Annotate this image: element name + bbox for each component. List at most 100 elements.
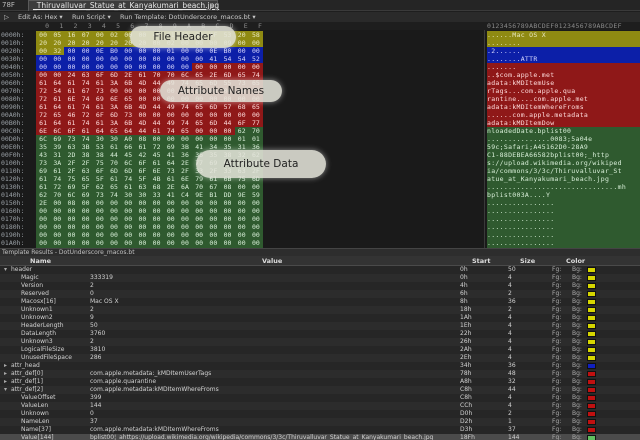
- hex-byte[interactable]: 00: [50, 71, 65, 79]
- hex-byte[interactable]: 6E: [36, 127, 51, 135]
- hex-byte[interactable]: 68: [234, 103, 249, 111]
- hex-byte[interactable]: 00: [64, 215, 79, 223]
- hex-byte[interactable]: 00: [206, 231, 221, 239]
- hex-byte[interactable]: 01: [234, 135, 249, 143]
- hex-byte[interactable]: 72: [78, 111, 93, 119]
- ascii-text[interactable]: .......: [487, 63, 640, 71]
- hex-byte[interactable]: 61: [92, 119, 107, 127]
- hex-byte[interactable]: 70: [149, 71, 164, 79]
- hex-byte[interactable]: 6B: [121, 103, 136, 111]
- ascii-text[interactable]: adata:kMDItemUse: [487, 79, 640, 87]
- ascii-text[interactable]: s://upload.wikimedia.org/wikiped: [487, 159, 640, 167]
- hex-byte[interactable]: 65: [192, 119, 207, 127]
- hex-byte[interactable]: 2E: [36, 199, 51, 207]
- color-swatch[interactable]: [587, 307, 596, 313]
- hex-byte[interactable]: 72: [36, 95, 51, 103]
- hex-row[interactable]: 00E0h: 35 39 63 3B 53 61 66 61 72 69 3B 41 34 35 31 36 59…: [0, 143, 640, 151]
- hex-bytes[interactable]: 00000000000000000000000000000000: [36, 231, 482, 239]
- hex-byte[interactable]: 00: [192, 231, 207, 239]
- hex-byte[interactable]: A0: [121, 135, 136, 143]
- hex-byte[interactable]: 00: [78, 199, 93, 207]
- hex-byte[interactable]: 00: [220, 199, 235, 207]
- hex-byte[interactable]: 00: [64, 63, 79, 71]
- hex-byte[interactable]: 75: [64, 175, 79, 183]
- hex-byte[interactable]: 00: [192, 207, 207, 215]
- hex-row[interactable]: 0070h:72546167730000000000000000000000rT…: [0, 87, 640, 95]
- hex-row[interactable]: 0140h: 62 70 6C 69 73 74 30 30 33 41 C4 9E B1 DD 9E 59 bp…: [0, 191, 640, 199]
- hex-byte[interactable]: 00: [135, 47, 150, 55]
- ascii-text[interactable]: ........: [487, 39, 640, 47]
- hex-byte[interactable]: 70: [248, 127, 263, 135]
- hex-byte[interactable]: 61: [78, 127, 93, 135]
- hex-byte[interactable]: 6C: [177, 71, 193, 79]
- hex-byte[interactable]: 00: [248, 47, 263, 55]
- hex-byte[interactable]: 74: [78, 79, 93, 87]
- hex-byte[interactable]: 62: [36, 191, 51, 199]
- hex-byte[interactable]: 00: [192, 63, 207, 71]
- result-row[interactable]: Unknown1 2 18h 2 Fg: Bg:: [0, 306, 640, 314]
- hex-row[interactable]: 0040h: 00 00 00 00 00 00 00 00 00 00 00 00 00 00 00 00..…: [0, 63, 640, 71]
- hex-row[interactable]: 0180h: 00 00 00 00 00 00 00 00 00 00 00 00 00 00 00 00..…: [0, 223, 640, 231]
- hex-byte[interactable]: 00: [220, 223, 235, 231]
- hex-byte[interactable]: 6C: [36, 135, 51, 143]
- color-swatch[interactable]: [587, 395, 596, 401]
- hex-byte[interactable]: 41: [163, 151, 178, 159]
- hex-byte[interactable]: 00: [36, 63, 51, 71]
- hex-row[interactable]: 0000h:00051607000200004D6163204F532058..…: [0, 31, 640, 39]
- hex-byte[interactable]: 73: [92, 191, 107, 199]
- hex-byte[interactable]: 00: [92, 31, 107, 39]
- hex-byte[interactable]: 69: [92, 95, 107, 103]
- tree-toggle-icon[interactable]: ▸: [4, 362, 11, 370]
- hex-byte[interactable]: 00: [220, 63, 235, 71]
- hex-byte[interactable]: 61: [36, 119, 51, 127]
- hex-byte[interactable]: 6B: [121, 79, 136, 87]
- hex-byte[interactable]: 00: [248, 223, 263, 231]
- hex-byte[interactable]: 38: [78, 151, 93, 159]
- hex-byte[interactable]: 70: [106, 159, 122, 167]
- hex-byte[interactable]: 67: [78, 87, 93, 95]
- hex-byte[interactable]: 00: [248, 111, 263, 119]
- hex-row[interactable]: 0190h: 00 00 00 00 00 00 00 00 00 00 00 00 00 00 00 00..…: [0, 231, 640, 239]
- hex-byte[interactable]: 00: [50, 231, 65, 239]
- hex-byte[interactable]: 00: [248, 199, 263, 207]
- hex-byte[interactable]: 00: [248, 207, 263, 215]
- hex-byte[interactable]: 6D: [206, 103, 221, 111]
- color-swatch[interactable]: [587, 427, 596, 433]
- hex-byte[interactable]: 45: [149, 151, 164, 159]
- color-swatch[interactable]: [587, 315, 596, 321]
- hex-byte[interactable]: 00: [234, 231, 249, 239]
- hex-byte[interactable]: 00: [92, 231, 107, 239]
- ascii-text[interactable]: ................: [487, 199, 640, 207]
- hex-byte[interactable]: 00: [163, 223, 178, 231]
- hex-byte[interactable]: 69: [36, 167, 51, 175]
- hex-byte[interactable]: 61: [64, 79, 79, 87]
- hex-byte[interactable]: 45: [121, 151, 136, 159]
- hex-byte[interactable]: 00: [106, 223, 122, 231]
- result-row[interactable]: HeaderLength 50 1Eh 4 Fg: Bg:: [0, 322, 640, 330]
- hex-byte[interactable]: 30: [135, 191, 150, 199]
- column-start[interactable]: Start: [472, 256, 491, 266]
- ascii-text[interactable]: ...............0083;5a04e: [487, 135, 640, 143]
- hex-byte[interactable]: 64: [50, 119, 65, 127]
- hex-byte[interactable]: 00: [248, 183, 263, 191]
- hex-byte[interactable]: 2E: [163, 183, 178, 191]
- hex-row[interactable]: 0120h: 61 74 75 65 5F 61 74 5F 4B 61 6E 79 61 6B 75 6D at…: [0, 175, 640, 183]
- hex-byte[interactable]: 74: [177, 119, 193, 127]
- color-swatch[interactable]: [587, 355, 596, 361]
- hex-byte[interactable]: 00: [234, 183, 249, 191]
- ascii-text[interactable]: ................: [487, 239, 640, 247]
- hex-byte[interactable]: 52: [248, 55, 263, 63]
- hex-byte[interactable]: 44: [135, 127, 150, 135]
- hex-byte[interactable]: 00: [64, 207, 79, 215]
- hex-bytes[interactable]: 61 64 61 74 61 3A 6B 4D 44 49 74 65 6D 57 68 65: [36, 103, 482, 111]
- hex-byte[interactable]: 00: [177, 199, 193, 207]
- hex-byte[interactable]: 6F: [92, 111, 107, 119]
- hex-row[interactable]: 0170h: 00 00 00 00 00 00 00 00 00 00 00 00 00 00 00 00..…: [0, 215, 640, 223]
- hex-byte[interactable]: 00: [177, 47, 193, 55]
- hex-byte[interactable]: 2F: [78, 159, 93, 167]
- hex-row[interactable]: 0030h: 00 00 00 00 00 00 00 00 00 00 00 00 41 54 54 52..…: [0, 55, 640, 63]
- color-swatch[interactable]: [587, 379, 596, 385]
- hex-byte[interactable]: 00: [92, 223, 107, 231]
- hex-bytes[interactable]: 20202020202020200002000000090000: [36, 39, 482, 47]
- result-row[interactable]: Value[144] bplist00¦_ahttps://upload.wiki…: [0, 434, 640, 440]
